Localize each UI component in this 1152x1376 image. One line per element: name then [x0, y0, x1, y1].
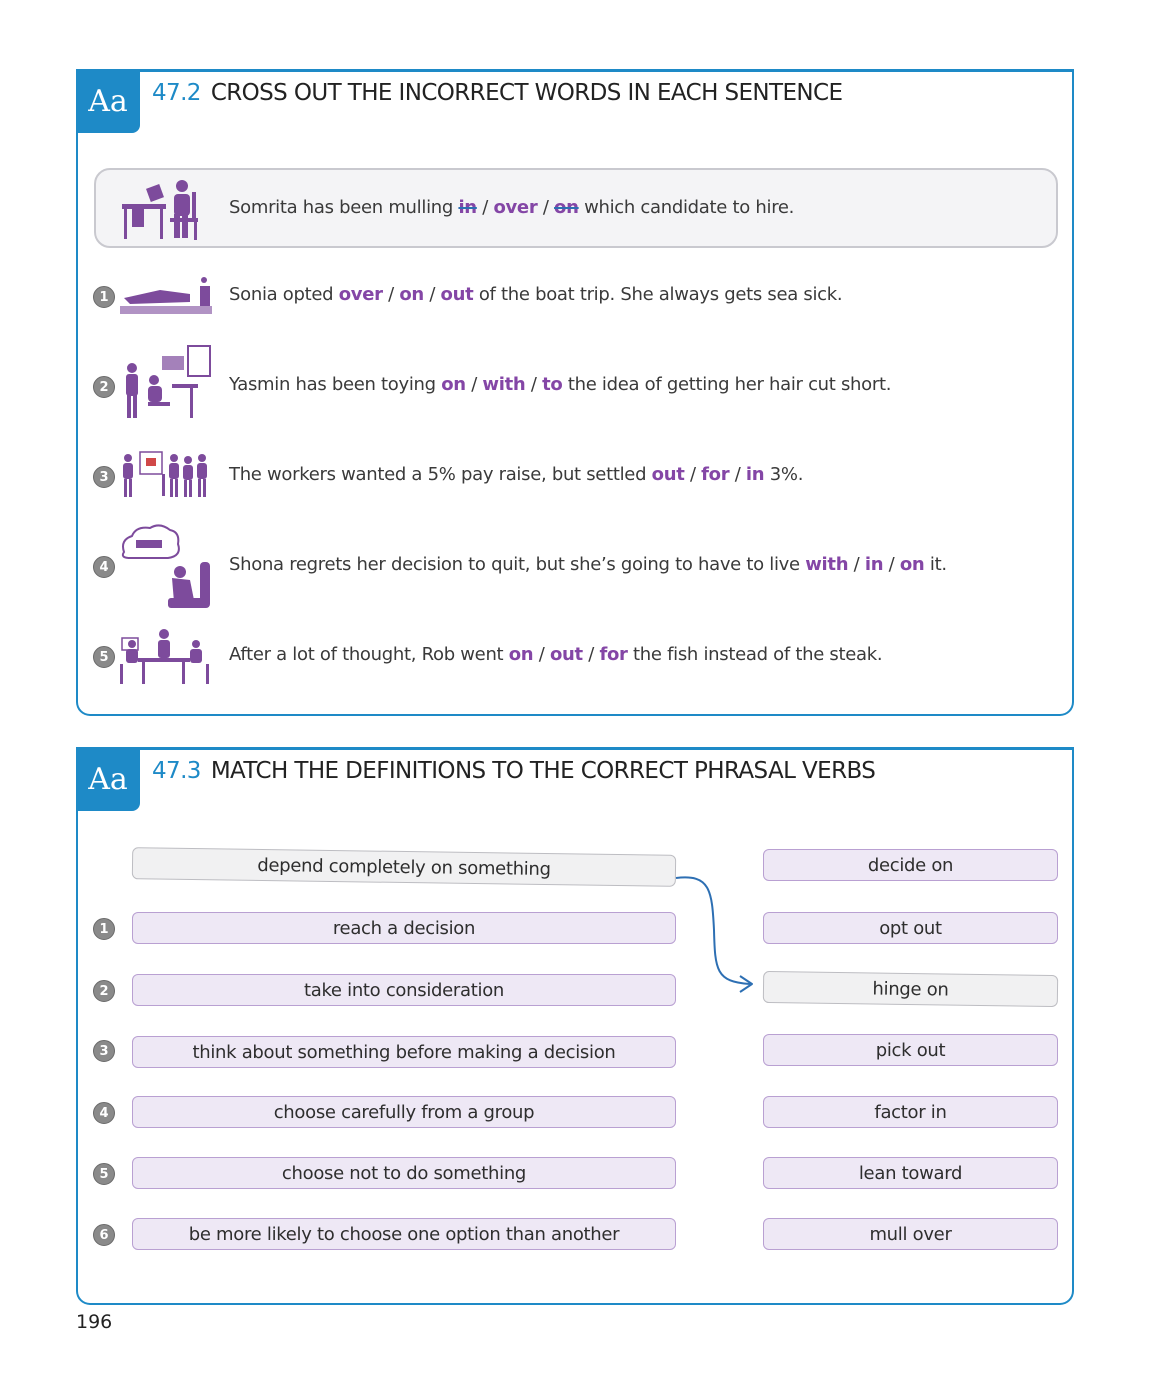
- sentence-text: the fish instead of the steak.: [633, 644, 883, 665]
- definition-5[interactable]: choose not to do something: [132, 1157, 676, 1189]
- speedboat-illustration: [120, 277, 212, 314]
- sentence-text: it.: [929, 554, 947, 575]
- item-number: 6: [93, 1224, 115, 1246]
- exercise-title: 47.2 CROSS OUT THE INCORRECT WORDS IN EAC…: [152, 80, 843, 106]
- page-number: 196: [76, 1311, 113, 1333]
- aa-badge: Aa: [76, 69, 140, 133]
- option-word[interactable]: with: [805, 554, 848, 575]
- sentence-item-3: The workers wanted a 5% pay raise, but s…: [229, 464, 803, 485]
- sentence-text: Somrita has been mulling: [229, 197, 454, 218]
- definition-2[interactable]: take into consideration: [132, 974, 676, 1006]
- sentence-item-4: Shona regrets her decision to quit, but …: [229, 554, 947, 575]
- struck-option: on: [554, 197, 579, 218]
- item-number: 2: [93, 980, 115, 1002]
- sentence-text: which candidate to hire.: [584, 197, 795, 218]
- separator: /: [542, 197, 549, 218]
- option-word[interactable]: out: [441, 284, 474, 305]
- definition-1[interactable]: reach a decision: [132, 912, 676, 944]
- definition-3[interactable]: think about something before making a de…: [132, 1036, 676, 1068]
- option-word[interactable]: on: [399, 284, 424, 305]
- item-number: 5: [93, 646, 115, 668]
- option-word[interactable]: with: [482, 374, 525, 395]
- item-number: 3: [93, 466, 115, 488]
- workers-meeting-illustration: [123, 451, 207, 497]
- option-word[interactable]: on: [441, 374, 466, 395]
- separator: /: [734, 464, 741, 485]
- sentence-item-2: Yasmin has been toying on / with / to th…: [229, 374, 891, 395]
- exercise-title: 47.3 MATCH THE DEFINITIONS TO THE CORRECT…: [152, 758, 876, 784]
- sentence-item-1: Sonia opted over / on / out of the boat …: [229, 284, 843, 305]
- sentence-item-5: After a lot of thought, Rob went on / ou…: [229, 644, 883, 665]
- item-number: 4: [93, 556, 115, 578]
- option-word[interactable]: on: [509, 644, 534, 665]
- item-number: 3: [93, 1040, 115, 1062]
- sentence-text: the idea of getting her hair cut short.: [567, 374, 892, 395]
- item-number: 1: [93, 918, 115, 940]
- sentence-text: After a lot of thought, Rob went: [229, 644, 504, 665]
- sentence-text: Shona regrets her decision to quit, but …: [229, 554, 800, 575]
- hair-salon-illustration: [126, 345, 211, 418]
- phrasal-verb-decide-on[interactable]: decide on: [763, 849, 1058, 881]
- phrasal-verb-lean-toward[interactable]: lean toward: [763, 1157, 1058, 1189]
- phrasal-verb-pick-out[interactable]: pick out: [763, 1034, 1058, 1066]
- sentence-text: The workers wanted a 5% pay raise, but s…: [229, 464, 647, 485]
- separator: /: [853, 554, 860, 575]
- item-number: 1: [93, 286, 115, 308]
- separator: /: [482, 197, 489, 218]
- option-word[interactable]: out: [550, 644, 583, 665]
- option-word[interactable]: on: [900, 554, 925, 575]
- definition-6[interactable]: be more likely to choose one option than…: [132, 1218, 676, 1250]
- sentence-text: 3%.: [769, 464, 804, 485]
- restaurant-illustration: [120, 629, 209, 684]
- phrasal-verb-opt-out[interactable]: opt out: [763, 912, 1058, 944]
- phrasal-verb-hinge-on: hinge on: [762, 970, 1059, 1008]
- phrasal-verb-mull-over[interactable]: mull over: [763, 1218, 1058, 1250]
- office-desk-illustration: [122, 180, 198, 240]
- item-number: 2: [93, 376, 115, 398]
- example-sentence: Somrita has been mulling in / over / on …: [229, 197, 794, 218]
- separator: /: [388, 284, 394, 305]
- exercise-number: 47.3: [152, 758, 201, 784]
- option-word[interactable]: for: [599, 644, 627, 665]
- example-match-arrow: [675, 876, 753, 993]
- phrasal-verb-factor-in[interactable]: factor in: [763, 1096, 1058, 1128]
- option-word[interactable]: in: [746, 464, 765, 485]
- regret-thought-illustration: [121, 524, 210, 608]
- option-word[interactable]: for: [701, 464, 729, 485]
- item-number: 5: [93, 1163, 115, 1185]
- definition-4[interactable]: choose carefully from a group: [132, 1096, 676, 1128]
- sentence-text: Yasmin has been toying: [229, 374, 436, 395]
- separator: /: [530, 374, 537, 395]
- separator: /: [538, 644, 545, 665]
- exercise-number: 47.2: [152, 80, 201, 106]
- separator: /: [471, 374, 477, 395]
- option-word[interactable]: over: [339, 284, 383, 305]
- separator: /: [689, 464, 696, 485]
- separator: /: [588, 644, 595, 665]
- sentence-text: Sonia opted: [229, 284, 334, 305]
- correct-option: over: [493, 197, 538, 218]
- option-word[interactable]: in: [865, 554, 884, 575]
- exercise-heading: CROSS OUT THE INCORRECT WORDS IN EACH SE…: [210, 80, 843, 106]
- struck-option: in: [458, 197, 477, 218]
- item-number: 4: [93, 1102, 115, 1124]
- aa-badge: Aa: [76, 747, 140, 811]
- sentence-text: of the boat trip. She always gets sea si…: [478, 284, 843, 305]
- exercise-heading: MATCH THE DEFINITIONS TO THE CORRECT PHR…: [210, 758, 876, 784]
- separator: /: [888, 554, 895, 575]
- option-word[interactable]: out: [652, 464, 685, 485]
- option-word[interactable]: to: [542, 374, 563, 395]
- separator: /: [429, 284, 436, 305]
